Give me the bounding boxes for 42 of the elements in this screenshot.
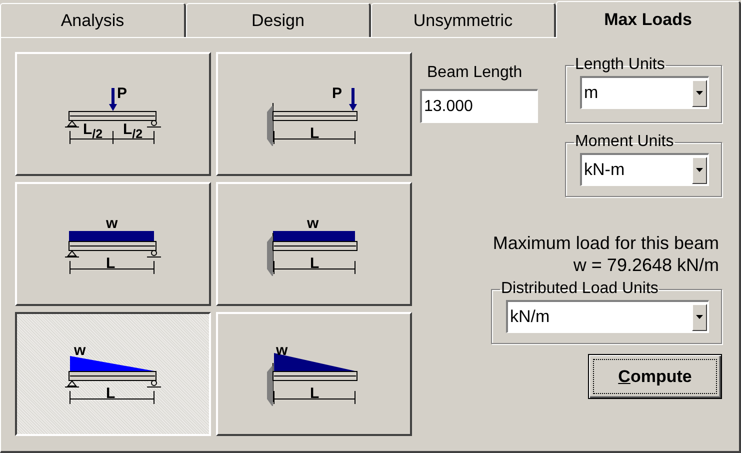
units-dropdown[interactable]: kN-m xyxy=(580,153,709,186)
span-label: L xyxy=(310,256,320,271)
group-label: Moment Units xyxy=(574,133,675,151)
load-case-button[interactable]: P L xyxy=(216,52,412,176)
span-label: L$_{/2}$ xyxy=(83,122,103,140)
span-label: L xyxy=(310,126,320,141)
group-label: Distributed Load Units xyxy=(500,280,660,298)
load-case-button[interactable]: P L$_{/2}$ L$_{/2}$ xyxy=(15,52,211,176)
beam-length-field[interactable]: 13.000 xyxy=(420,89,538,123)
span-label: L xyxy=(106,386,116,401)
load-label: w xyxy=(307,216,319,231)
load-case-button[interactable]: w L xyxy=(15,312,211,436)
load-label: P xyxy=(117,86,128,101)
caret-icon xyxy=(692,156,707,184)
span-label: L xyxy=(106,256,116,271)
load-label: w xyxy=(74,343,86,358)
compute-button[interactable]: Compute xyxy=(588,354,722,399)
load-case-button[interactable]: w L xyxy=(15,182,211,306)
load-case-button[interactable]: w L xyxy=(216,182,412,306)
load-label: w xyxy=(276,343,288,358)
caret-icon xyxy=(692,304,707,330)
load-arrow-icon xyxy=(109,88,117,111)
tab[interactable]: Design xyxy=(186,3,371,37)
field-label: Beam Length xyxy=(427,64,522,82)
load-case-button[interactable]: w L xyxy=(216,312,412,436)
units-dropdown[interactable]: kN/m xyxy=(506,300,709,333)
units-dropdown[interactable]: m xyxy=(580,76,709,109)
fixed-wall-drawing xyxy=(267,236,273,276)
span-label: L xyxy=(310,386,320,401)
fixed-wall-drawing xyxy=(267,366,273,406)
tab[interactable]: Unsymmetric xyxy=(371,3,556,37)
fixed-wall-drawing xyxy=(267,106,273,146)
span-label: L$_{/2}$ xyxy=(123,122,143,140)
group-label: Length Units xyxy=(574,56,666,74)
load-label: P xyxy=(332,86,342,101)
load-label: w xyxy=(106,216,118,231)
load-arrow-icon xyxy=(349,88,357,111)
result-value: w = 79.2648 kN/m xyxy=(573,254,719,276)
tab[interactable]: Analysis xyxy=(0,3,186,37)
tab[interactable]: Max Loads xyxy=(556,1,741,38)
result-heading: Maximum load for this beam xyxy=(492,232,719,254)
caret-icon xyxy=(692,80,707,106)
